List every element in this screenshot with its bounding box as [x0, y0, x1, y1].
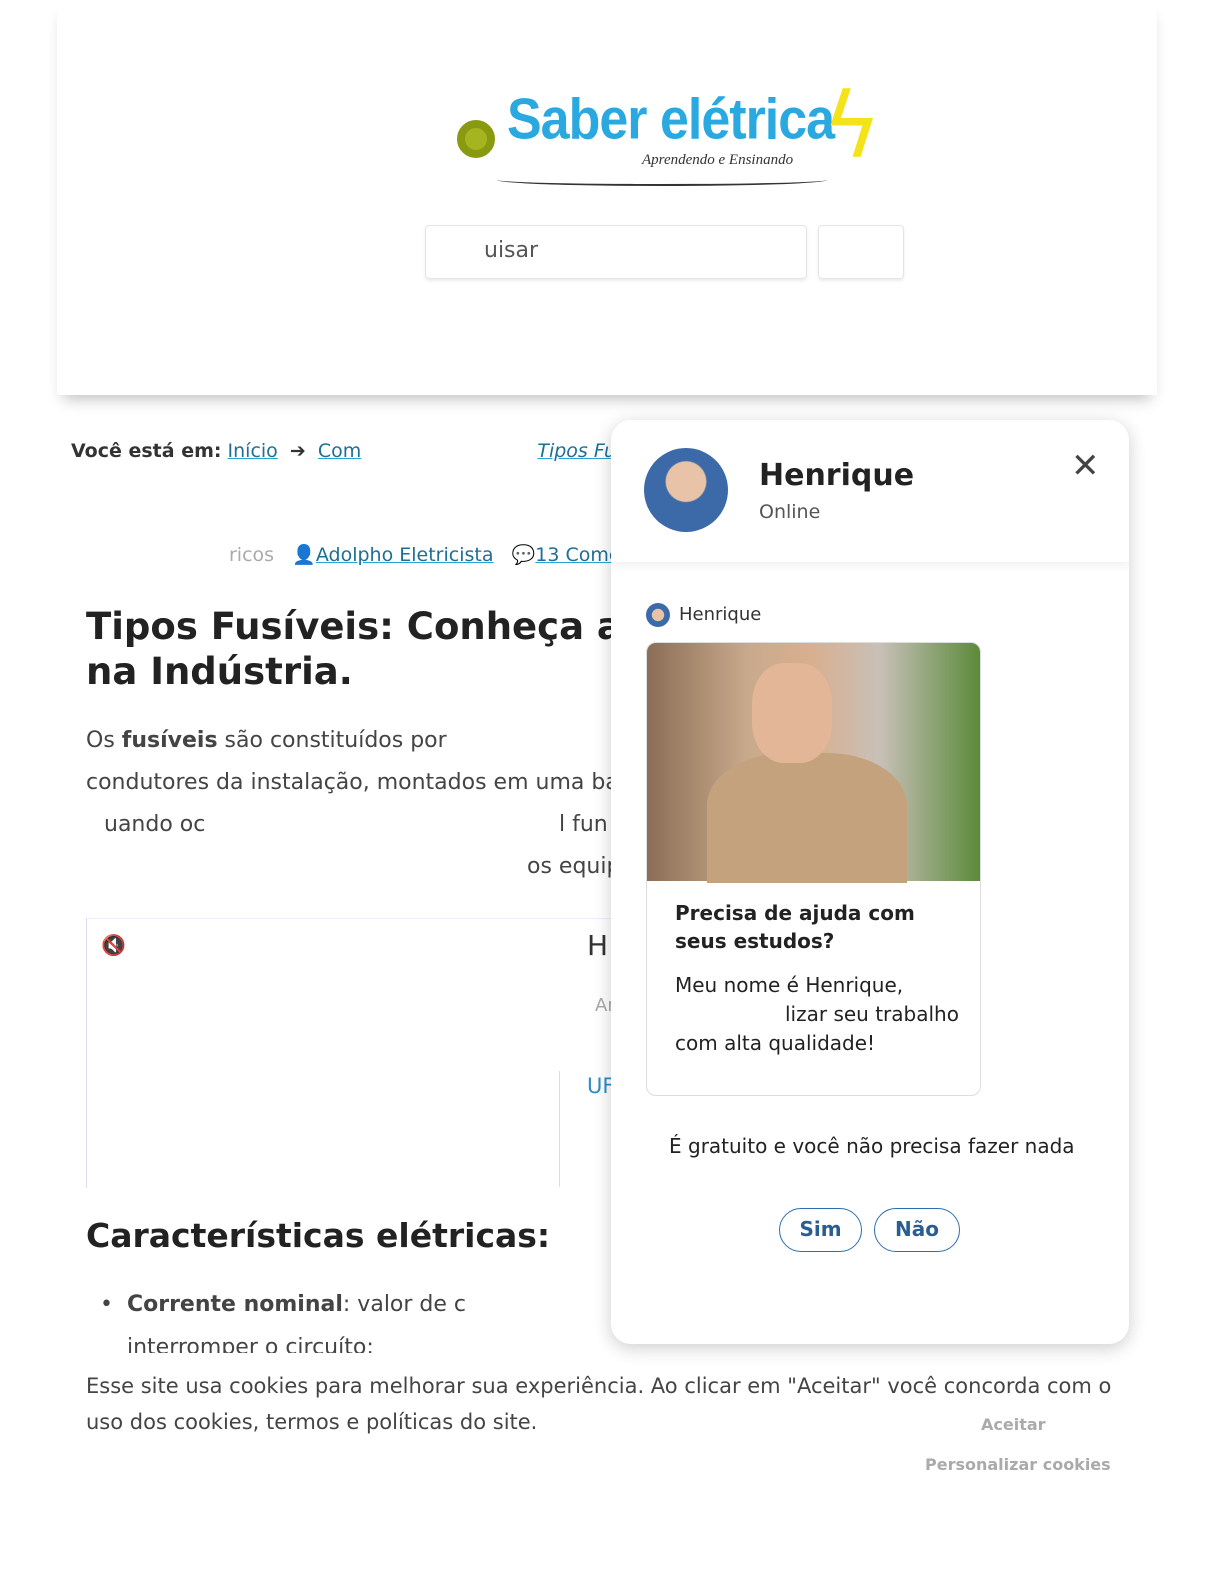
- post-meta: ricos 👤Adolpho Eletricista 💬13 Come: [229, 543, 621, 566]
- avatar: [644, 448, 728, 532]
- site-logo[interactable]: Saber elétrica Aprendendo e Ensinando ϟ: [452, 82, 882, 192]
- yes-button[interactable]: Sim: [779, 1208, 862, 1252]
- breadcrumb: Você está em: Início ➔ Com Tipos Fusív: [71, 440, 643, 462]
- user-icon: 👤: [292, 544, 316, 566]
- comments-link[interactable]: 13 Come: [535, 544, 620, 566]
- paragraph: os equip: [527, 854, 621, 879]
- paragraph: uando oc: [104, 812, 206, 837]
- close-icon[interactable]: ✕: [1071, 446, 1100, 486]
- comments-icon: 💬: [511, 544, 536, 566]
- list-item: • Corrente nominal: valor de c: [100, 1292, 467, 1317]
- paragraph: condutores da instalação, montados em um…: [86, 770, 619, 795]
- paragraph: l fun: [559, 812, 608, 837]
- video-heading: H: [587, 929, 609, 962]
- author-link[interactable]: Adolpho Eletricista: [316, 544, 494, 566]
- cookie-notice: Esse site usa cookies para melhorar sua …: [86, 1374, 1112, 1434]
- agent-video-image: [647, 643, 980, 883]
- card-title: Precisa de ajuda com seus estudos?: [675, 901, 915, 953]
- list-item-continued: interromper o circuíto;: [127, 1335, 374, 1353]
- chat-popup: Henrique Online ✕ Henrique Precisa de aj…: [611, 420, 1129, 1344]
- breadcrumb-category[interactable]: Com: [318, 440, 501, 462]
- lightning-icon: ϟ: [822, 74, 882, 179]
- customize-cookies-button[interactable]: Personalizar cookies: [925, 1455, 1111, 1474]
- breadcrumb-label: Você está em:: [71, 440, 222, 462]
- chat-header: Henrique Online ✕: [611, 420, 1129, 562]
- card-text: Meu nome é Henrique, lizar seu trabalho co…: [675, 973, 959, 1055]
- post-category[interactable]: ricos: [229, 544, 274, 566]
- breadcrumb-home[interactable]: Início: [228, 440, 278, 462]
- search-button[interactable]: [818, 225, 904, 279]
- section-heading: Características elétricas:: [86, 1216, 551, 1255]
- plug-icon: [457, 120, 495, 158]
- arrow-right-circle-icon: ➔: [283, 440, 312, 462]
- agent-status: Online: [759, 501, 821, 523]
- site-header: Saber elétrica Aprendendo e Ensinando ϟ …: [57, 0, 1157, 395]
- free-text: É gratuito e você não precisa fazer nada: [669, 1134, 1075, 1158]
- article-title: Tipos Fusíveis: Conheça as Cna Indústria…: [86, 605, 684, 693]
- avatar: [646, 603, 670, 627]
- message-card: Precisa de ajuda com seus estudos? Meu n…: [646, 642, 981, 1096]
- paragraph: Os fusíveis são constituídos por: [86, 728, 447, 753]
- search-input[interactable]: uisar: [425, 225, 807, 279]
- accept-cookies-button[interactable]: Aceitar: [981, 1415, 1046, 1434]
- no-button[interactable]: Não: [874, 1208, 960, 1252]
- message-sender: Henrique: [679, 604, 762, 625]
- agent-name: Henrique: [759, 458, 915, 493]
- video-ad[interactable]: 🔇 H Ar UF: [86, 918, 616, 1188]
- mute-icon[interactable]: 🔇: [101, 933, 126, 957]
